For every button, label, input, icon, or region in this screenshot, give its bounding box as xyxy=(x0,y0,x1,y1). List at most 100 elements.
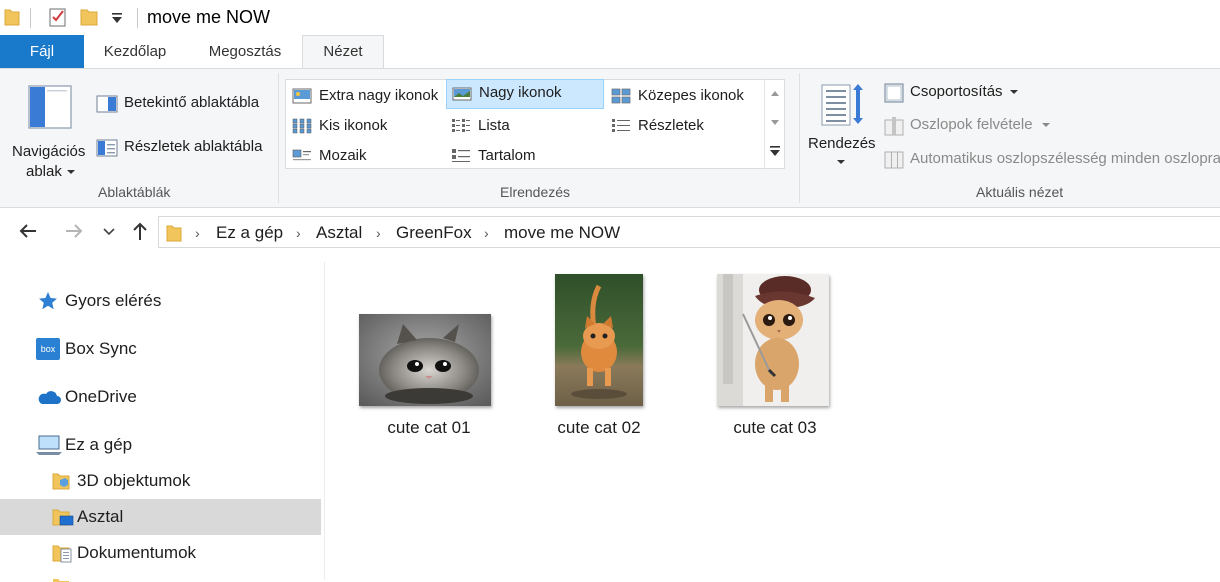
layout-large-icons[interactable]: Nagy ikonok xyxy=(446,79,604,109)
breadcrumb-chevron-icon[interactable]: › xyxy=(296,225,301,241)
group-by-label: Csoportosítás xyxy=(910,83,1003,100)
tab-home[interactable]: Kezdőlap xyxy=(96,35,174,68)
layout-list[interactable]: Lista xyxy=(446,112,604,140)
address-bar[interactable]: › Ez a gép › Asztal › GreenFox › move me… xyxy=(158,216,1220,248)
file-item[interactable]: cute cat 01 xyxy=(344,270,494,450)
window-title: move me NOW xyxy=(147,7,271,27)
navigation-pane-button[interactable]: Navigációs ablak xyxy=(10,77,88,180)
layout-gallery: Extra nagy ikonok Nagy ikonok Közepes ik… xyxy=(285,79,785,169)
nav-item-3d-objects[interactable]: 3D objektumok xyxy=(0,463,321,499)
gallery-up-icon[interactable] xyxy=(770,89,780,97)
nav-item-label: OneDrive xyxy=(65,387,137,406)
sort-by-button[interactable]: Rendezés xyxy=(806,79,878,179)
computer-icon xyxy=(36,435,62,455)
breadcrumb-chevron-icon[interactable]: › xyxy=(195,225,200,241)
layout-tiles[interactable]: Mozaik xyxy=(287,142,445,170)
preview-pane-label: Betekintő ablaktábla xyxy=(124,94,260,111)
nav-item-label: Box Sync xyxy=(65,339,137,358)
group-by-button[interactable]: Csoportosítás xyxy=(884,82,1024,104)
nav-item-label: 3D objektumok xyxy=(77,471,191,490)
box-icon: box xyxy=(36,338,60,360)
content-icon xyxy=(452,149,470,162)
navigation-pane-label: Navigációs xyxy=(12,143,86,160)
small-icons-icon xyxy=(292,118,312,134)
breadcrumb-greenfox[interactable]: GreenFox xyxy=(396,223,472,243)
folder-3d-icon xyxy=(52,473,70,490)
new-folder-icon[interactable] xyxy=(80,7,98,27)
details-icon xyxy=(612,119,630,132)
nav-item-desktop[interactable]: Asztal xyxy=(0,499,321,535)
nav-item-onedrive[interactable]: OneDrive xyxy=(0,379,321,415)
pane-divider[interactable] xyxy=(324,262,325,580)
breadcrumb-chevron-icon[interactable]: › xyxy=(484,225,489,241)
star-icon xyxy=(39,292,57,310)
layout-item-label: Részletek xyxy=(638,117,704,134)
layout-item-label: Tartalom xyxy=(478,147,536,164)
address-row: › Ez a gép › Asztal › GreenFox › move me… xyxy=(0,209,1220,255)
up-arrow-icon[interactable] xyxy=(128,219,152,243)
folder-icon xyxy=(53,579,69,582)
nav-item-this-pc[interactable]: Ez a gép xyxy=(0,427,321,463)
layout-details[interactable]: Részletek xyxy=(606,112,766,140)
nav-item-label: Dokumentumok xyxy=(77,543,197,562)
extra-large-icons-icon xyxy=(292,88,312,104)
current-view-group-label: Aktuális nézet xyxy=(976,184,1064,200)
breadcrumb-this-pc[interactable]: Ez a gép xyxy=(216,223,283,243)
ribbon-tabs: Fájl Kezdőlap Megosztás Nézet xyxy=(0,35,1220,69)
layout-group-label: Elrendezés xyxy=(500,184,571,200)
folder-icon xyxy=(4,9,20,26)
details-pane-button[interactable]: Részletek ablaktábla xyxy=(96,137,271,159)
size-columns-label: Automatikus oszlopszélesség minden oszlo… xyxy=(910,150,1220,167)
layout-item-label: Kis ikonok xyxy=(319,117,388,134)
desktop-folder-icon xyxy=(52,509,74,526)
preview-pane-button[interactable]: Betekintő ablaktábla xyxy=(96,93,271,115)
breadcrumb-current-folder[interactable]: move me NOW xyxy=(504,223,620,243)
breadcrumb-chevron-icon[interactable]: › xyxy=(376,225,381,241)
tab-share[interactable]: Megosztás xyxy=(196,35,294,68)
breadcrumb-desktop[interactable]: Asztal xyxy=(316,223,362,243)
properties-icon[interactable] xyxy=(48,6,68,28)
add-columns-button[interactable]: Oszlopok felvétele xyxy=(884,115,1054,137)
layout-item-label: Lista xyxy=(478,117,510,134)
file-name: cute cat 03 xyxy=(733,418,817,437)
nav-item-label: Ez a gép xyxy=(65,435,133,454)
size-columns-button[interactable]: Automatikus oszlopszélesség minden oszlo… xyxy=(884,149,1220,171)
panes-group-label: Ablaktáblák xyxy=(98,184,171,200)
file-name: cute cat 02 xyxy=(557,418,641,437)
svg-text:box: box xyxy=(41,344,56,354)
nav-item-documents[interactable]: Dokumentumok xyxy=(0,535,321,571)
file-item[interactable]: cute cat 02 xyxy=(530,270,650,450)
image-thumbnail xyxy=(359,314,491,406)
layout-item-label: Nagy ikonok xyxy=(479,84,562,101)
nav-item-box-sync[interactable]: box Box Sync xyxy=(0,331,321,367)
gallery-down-icon[interactable] xyxy=(770,119,780,127)
gallery-more-icon[interactable] xyxy=(769,145,781,157)
large-icons-icon xyxy=(452,87,472,101)
nav-item-label: Gyors elérés xyxy=(65,291,162,310)
ribbon: Navigációs ablak Betekintő ablaktábla Ré… xyxy=(0,68,1220,208)
chevron-down-icon xyxy=(67,170,75,174)
sort-by-label: Rendezés xyxy=(808,135,876,152)
chevron-down-icon xyxy=(1010,90,1018,94)
layout-extra-large-icons[interactable]: Extra nagy ikonok xyxy=(287,82,445,110)
sort-icon xyxy=(821,84,863,126)
layout-small-icons[interactable]: Kis ikonok xyxy=(287,112,445,140)
nav-item-quick-access[interactable]: Gyors elérés xyxy=(0,283,321,319)
layout-gallery-scroller xyxy=(764,79,785,169)
nav-item-label: Asztal xyxy=(77,507,124,526)
quick-access-dropdown-icon[interactable] xyxy=(110,10,124,26)
layout-item-label: Közepes ikonok xyxy=(638,87,744,104)
file-item[interactable]: cute cat 03 xyxy=(700,270,850,450)
forward-arrow-icon[interactable] xyxy=(62,219,86,243)
layout-item-label: Mozaik xyxy=(319,147,367,164)
layout-content[interactable]: Tartalom xyxy=(446,142,604,170)
recent-locations-chevron-icon[interactable] xyxy=(103,228,115,236)
tab-view[interactable]: Nézet xyxy=(302,35,384,69)
back-arrow-icon[interactable] xyxy=(16,219,40,243)
chevron-down-icon xyxy=(1042,123,1050,127)
layout-medium-icons[interactable]: Közepes ikonok xyxy=(606,82,766,110)
add-columns-label: Oszlopok felvétele xyxy=(910,116,1033,133)
documents-folder-icon xyxy=(52,545,72,563)
preview-pane-icon xyxy=(96,95,118,113)
tab-file[interactable]: Fájl xyxy=(0,35,84,68)
